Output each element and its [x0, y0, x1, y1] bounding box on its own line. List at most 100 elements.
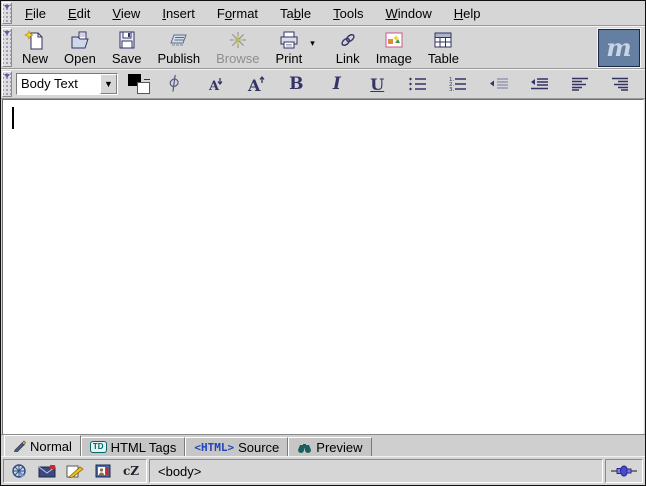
tab-preview[interactable]: Preview: [288, 437, 371, 456]
navigator-icon[interactable]: [9, 462, 29, 480]
td-tag-icon: TD: [90, 441, 107, 453]
online-status-indicator[interactable]: [605, 459, 643, 483]
table-icon: [432, 29, 454, 51]
link-icon: [337, 29, 359, 51]
menu-window-label: Window: [386, 6, 432, 21]
paragraph-style-select[interactable]: Body Text ▼: [16, 73, 118, 95]
main-toolbar: New Open Save: [1, 26, 645, 69]
menu-format-label: Format: [217, 6, 258, 21]
menu-help[interactable]: Help: [443, 1, 492, 25]
link-button[interactable]: Link: [328, 28, 368, 68]
indent-icon: [529, 76, 549, 92]
chevron-down-icon: ▼: [100, 74, 117, 94]
print-button-group: Print ▾: [267, 28, 317, 68]
main-toolbar-grippy[interactable]: [2, 28, 12, 67]
html-source-icon: <HTML>: [194, 441, 234, 454]
paragraph-style-value: Body Text: [17, 74, 100, 94]
highlight-pen-icon: [165, 75, 185, 93]
bullet-list-icon: [408, 76, 428, 92]
editor-canvas[interactable]: [2, 99, 644, 434]
menubar: File Edit View Insert Format Table Tools…: [1, 1, 645, 26]
underline-button[interactable]: U: [364, 72, 390, 96]
tab-html-tags[interactable]: TD HTML Tags: [81, 437, 185, 456]
tab-source-label: Source: [238, 440, 279, 455]
open-folder-icon: [69, 29, 91, 51]
new-page-icon: [24, 29, 46, 51]
normal-pen-icon: [13, 440, 26, 452]
print-dropdown-arrow[interactable]: ▾: [310, 28, 318, 49]
browse-icon: [227, 29, 249, 51]
align-right-button[interactable]: [607, 72, 633, 96]
align-left-button[interactable]: [567, 72, 593, 96]
menu-insert[interactable]: Insert: [151, 1, 206, 25]
status-bar: cZ <body>: [1, 456, 645, 485]
outdent-icon: [489, 76, 509, 92]
open-button[interactable]: Open: [56, 28, 104, 68]
online-plug-icon: [611, 465, 637, 477]
tab-normal[interactable]: Normal: [4, 435, 81, 456]
italic-button[interactable]: I: [324, 72, 350, 96]
browse-button-label: Browse: [216, 52, 259, 66]
menu-file-label: File: [25, 6, 46, 21]
menu-insert-label: Insert: [162, 6, 195, 21]
tab-normal-label: Normal: [30, 439, 72, 454]
new-button-label: New: [22, 52, 48, 66]
menu-format[interactable]: Format: [206, 1, 269, 25]
italic-icon: I: [333, 74, 341, 94]
browse-button: Browse: [208, 28, 267, 68]
chatzilla-label: cZ: [123, 464, 139, 478]
tab-html-tags-label: HTML Tags: [111, 440, 177, 455]
menu-view[interactable]: View: [101, 1, 151, 25]
mail-icon[interactable]: [37, 462, 57, 480]
indent-button[interactable]: [526, 72, 552, 96]
composer-icon[interactable]: [65, 462, 85, 480]
format-toolbar-grippy[interactable]: [2, 71, 12, 97]
swatch-tick: [144, 79, 150, 80]
table-button-label: Table: [428, 52, 459, 66]
underline-icon: U: [370, 75, 384, 94]
mozilla-logo-icon: m: [606, 36, 631, 60]
publish-button[interactable]: Publish: [149, 28, 208, 68]
menu-file[interactable]: File: [14, 1, 57, 25]
image-button[interactable]: Image: [368, 28, 420, 68]
mozilla-throbber-button[interactable]: m: [598, 29, 640, 67]
link-button-label: Link: [336, 52, 360, 66]
svg-text:A: A: [208, 79, 220, 93]
bullet-list-button[interactable]: [405, 72, 431, 96]
highlight-color-button[interactable]: [162, 72, 188, 96]
numbered-list-button[interactable]: 1.2.3.: [445, 72, 471, 96]
svg-text:A: A: [247, 76, 261, 94]
bold-button[interactable]: B: [283, 72, 309, 96]
address-book-icon[interactable]: [93, 462, 113, 480]
menu-tools-label: Tools: [333, 6, 363, 21]
insert-table-button[interactable]: Table: [420, 28, 467, 68]
chatzilla-icon[interactable]: cZ: [121, 462, 141, 480]
background-color-swatch[interactable]: [137, 82, 150, 94]
decrease-font-size-button[interactable]: A: [202, 72, 228, 96]
preview-binoculars-icon: [297, 442, 312, 453]
print-icon: [278, 29, 300, 51]
outdent-button[interactable]: [486, 72, 512, 96]
element-path-panel[interactable]: <body>: [149, 459, 603, 483]
menu-table[interactable]: Table: [269, 1, 322, 25]
menu-edit[interactable]: Edit: [57, 1, 101, 25]
format-buttons: A A B I U: [150, 72, 639, 96]
image-icon: [383, 29, 405, 51]
menu-window[interactable]: Window: [375, 1, 443, 25]
tab-preview-label: Preview: [316, 440, 362, 455]
text-color-picker[interactable]: [128, 73, 150, 95]
increase-font-size-button[interactable]: A: [243, 72, 269, 96]
font-smaller-icon: A: [205, 75, 225, 93]
menu-tools[interactable]: Tools: [322, 1, 374, 25]
align-right-icon: [610, 76, 630, 92]
menubar-grippy[interactable]: [2, 2, 12, 24]
save-button[interactable]: Save: [104, 28, 150, 68]
font-larger-icon: A: [245, 74, 267, 94]
bold-icon: B: [289, 74, 303, 94]
svg-text:3.: 3.: [449, 87, 454, 92]
tab-source[interactable]: <HTML> Source: [185, 437, 288, 456]
publish-icon: [167, 29, 191, 51]
align-left-icon: [570, 76, 590, 92]
print-button[interactable]: Print: [267, 28, 310, 68]
new-button[interactable]: New: [14, 28, 56, 68]
